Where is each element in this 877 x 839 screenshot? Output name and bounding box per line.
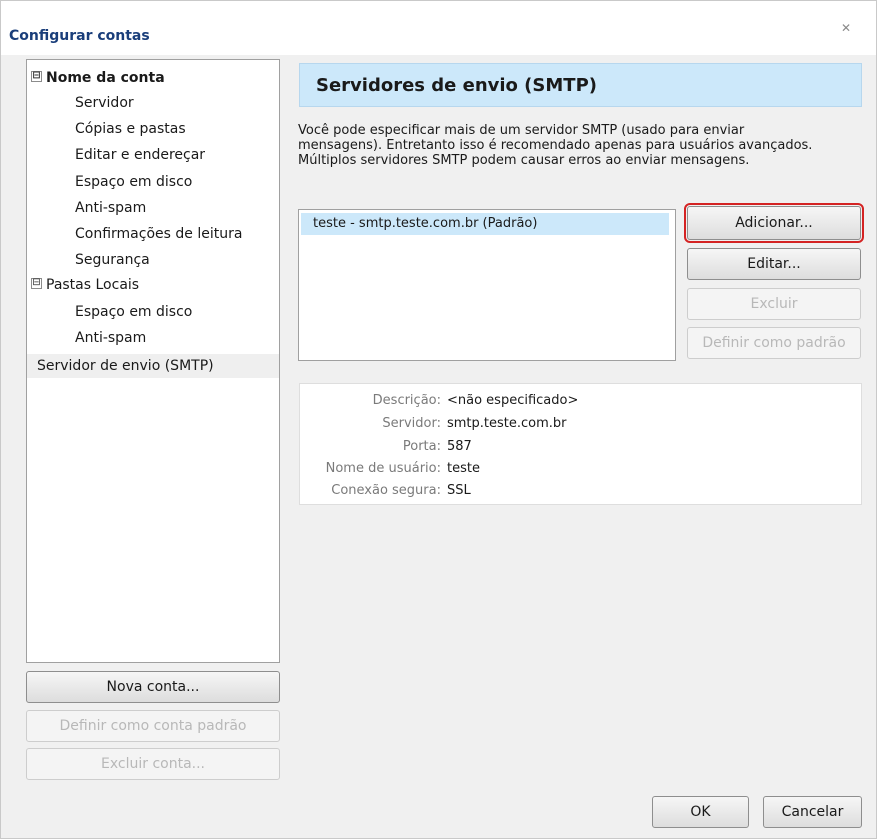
tree-item-label: Espaço em disco <box>75 174 193 190</box>
tree-item-nome-da-conta[interactable]: ⊟ Nome da conta <box>31 66 165 90</box>
cancel-button[interactable]: Cancelar <box>763 796 862 828</box>
detail-label: Porta: <box>402 439 441 454</box>
ok-button[interactable]: OK <box>652 796 749 828</box>
panel-header: Servidores de envio (SMTP) <box>299 63 862 107</box>
detail-value: teste <box>447 461 480 476</box>
tree-item-label: Servidor <box>75 95 134 111</box>
title-bar: Configurar contas ✕ <box>1 1 876 55</box>
set-default-account-button[interactable]: Definir como conta padrão <box>26 710 280 742</box>
detail-row-server: Servidor: smtp.teste.com.br <box>300 413 863 435</box>
tree-item-label: Pastas Locais <box>46 277 140 293</box>
close-icon[interactable]: ✕ <box>826 17 866 39</box>
delete-server-button[interactable]: Excluir <box>687 288 861 320</box>
detail-value: SSL <box>447 483 471 498</box>
collapse-icon[interactable]: ⊟ <box>31 277 42 289</box>
edit-server-button[interactable]: Editar... <box>687 248 861 280</box>
tree-item-pastas-locais[interactable]: ⊟ Pastas Locais <box>31 273 139 297</box>
new-account-button[interactable]: Nova conta... <box>26 671 280 703</box>
tree-item-anti-spam[interactable]: Anti-spam <box>75 196 146 220</box>
detail-label: Servidor: <box>382 416 441 431</box>
tree-item-label: Nome da conta <box>46 70 165 86</box>
tree-item-label: Servidor de envio (SMTP) <box>37 358 214 374</box>
tree-item-label: Confirmações de leitura <box>75 226 243 242</box>
detail-value: <não especificado> <box>447 393 579 408</box>
detail-row-username: Nome de usuário: teste <box>300 458 863 480</box>
tree-item-confirmacoes-de-leitura[interactable]: Confirmações de leitura <box>75 222 242 246</box>
smtp-server-list[interactable]: teste - smtp.teste.com.br (Padrão) <box>298 209 676 361</box>
delete-account-button[interactable]: Excluir conta... <box>26 748 280 780</box>
tree-item-pastas-espaco-em-disco[interactable]: Espaço em disco <box>75 300 192 324</box>
add-server-button[interactable]: Adicionar... <box>684 203 864 243</box>
detail-row-description: Descrição: <não especificado> <box>300 390 863 412</box>
set-default-server-button[interactable]: Definir como padrão <box>687 327 861 359</box>
tree-item-label: Cópias e pastas <box>75 121 186 137</box>
tree-item-editar-e-enderecar[interactable]: Editar e endereçar <box>75 143 205 167</box>
panel-description: Você pode especificar mais de um servido… <box>298 123 813 168</box>
detail-row-secure-connection: Conexão segura: SSL <box>300 480 863 502</box>
detail-value: smtp.teste.com.br <box>447 416 567 431</box>
detail-label: Descrição: <box>372 393 441 408</box>
detail-label: Nome de usuário: <box>325 461 441 476</box>
tree-item-copias-e-pastas[interactable]: Cópias e pastas <box>75 117 186 141</box>
tree-item-seguranca[interactable]: Segurança <box>75 248 150 272</box>
tree-item-pastas-anti-spam[interactable]: Anti-spam <box>75 326 146 350</box>
tree-item-servidor-de-envio[interactable]: Servidor de envio (SMTP) <box>27 354 279 378</box>
tree-item-label: Espaço em disco <box>75 304 193 320</box>
window-title: Configurar contas <box>9 28 150 44</box>
tree-item-label: Anti-spam <box>75 330 147 346</box>
account-settings-dialog: Configurar contas ✕ ⊟ Nome da conta Servi… <box>0 0 877 839</box>
tree-item-servidor[interactable]: Servidor <box>75 91 134 115</box>
panel-title: Servidores de envio (SMTP) <box>316 75 597 96</box>
tree-item-espaco-em-disco[interactable]: Espaço em disco <box>75 170 192 194</box>
tree-item-label: Editar e endereçar <box>75 147 206 163</box>
detail-value: 587 <box>447 439 472 454</box>
detail-row-port: Porta: 587 <box>300 436 863 458</box>
server-details: Descrição: <não especificado> Servidor: … <box>299 383 862 505</box>
detail-label: Conexão segura: <box>331 483 441 498</box>
tree-item-label: Segurança <box>75 252 150 268</box>
account-tree[interactable]: ⊟ Nome da conta Servidor Cópias e pastas … <box>26 59 280 663</box>
tree-item-label: Anti-spam <box>75 200 147 216</box>
server-list-item[interactable]: teste - smtp.teste.com.br (Padrão) <box>301 213 669 235</box>
collapse-icon[interactable]: ⊟ <box>31 70 42 82</box>
